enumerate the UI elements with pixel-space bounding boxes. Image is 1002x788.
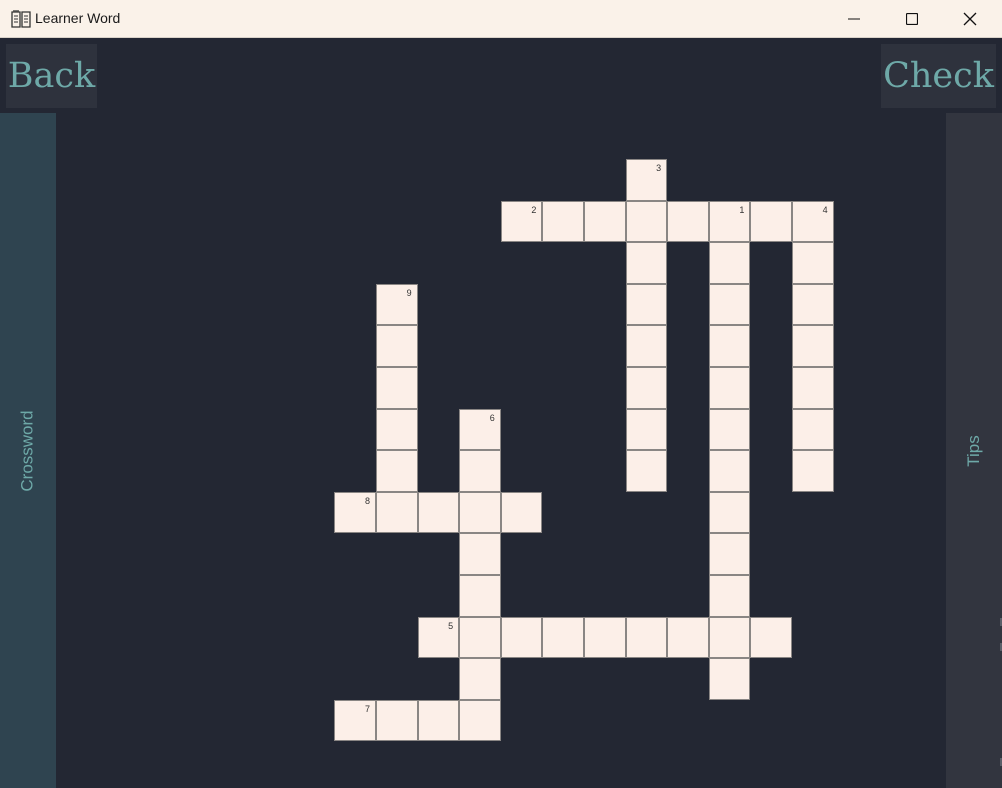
crossword-cell[interactable] [625,408,668,451]
crossword-cell[interactable] [667,200,709,243]
crossword-cell[interactable]: 9 [376,283,418,326]
crossword-cell[interactable] [542,200,584,243]
crossword-tab-label: Crossword [18,409,37,492]
clue-number: 7 [364,703,370,714]
crossword-cell[interactable] [708,450,751,492]
crossword-cell[interactable]: 7 [334,699,376,742]
title-bar: Learner Word [0,0,1002,38]
clue-number: 8 [364,495,370,506]
crossword-cell[interactable] [708,242,751,284]
clue-number: 2 [531,204,537,215]
crossword-cell[interactable] [500,491,543,534]
crossword-cell[interactable] [792,367,834,409]
crossword-cell[interactable] [459,575,501,617]
crossword-cell[interactable] [792,242,834,284]
crossword-cell[interactable] [708,325,751,367]
crossword-cell[interactable] [625,616,668,659]
crossword-cell[interactable] [459,491,501,534]
crossword-cell[interactable] [708,575,751,617]
crossword-cell[interactable] [459,450,501,492]
crossword-cell[interactable] [417,491,460,534]
close-icon [963,12,977,26]
tips-tab-label: Tips [964,434,983,467]
crossword-cell[interactable] [708,367,751,409]
maximize-button[interactable] [884,0,940,38]
back-button[interactable]: Back [6,44,97,108]
crossword-cell[interactable] [625,242,668,284]
crossword-cell[interactable] [376,450,418,492]
close-button[interactable] [942,0,998,38]
crossword-cell[interactable] [625,200,668,243]
crossword-cell[interactable]: 3 [625,159,668,201]
crossword-cell[interactable] [376,491,418,534]
clue-number: 3 [656,163,662,173]
crossword-cell[interactable] [542,616,584,659]
crossword-cell[interactable] [500,616,543,659]
minimize-icon [848,18,860,20]
crossword-cell[interactable]: 8 [334,491,376,534]
crossword-cell[interactable] [584,200,626,243]
crossword-cell[interactable] [792,283,834,326]
crossword-cell[interactable] [792,325,834,367]
maximize-icon [906,13,918,25]
clue-number: 9 [406,287,412,298]
check-button[interactable]: Check [881,44,996,108]
crossword-cell[interactable] [625,283,668,326]
crossword-cell[interactable] [459,699,501,742]
clue-number: 1 [739,204,745,215]
crossword-cell[interactable] [459,533,501,575]
clue-number: 4 [822,204,828,215]
crossword-cell[interactable]: 4 [792,200,834,243]
crossword-cell[interactable] [625,450,668,492]
crossword-cell[interactable] [584,616,626,659]
crossword-cell[interactable] [792,450,834,492]
crossword-cell[interactable] [708,616,751,659]
clue-number: 5 [448,620,454,631]
minimize-button[interactable] [826,0,882,38]
book-icon [11,10,31,28]
crossword-cell[interactable] [376,408,418,451]
crossword-cell[interactable] [708,658,751,700]
crossword-cell[interactable] [708,408,751,451]
crossword-cell[interactable] [708,533,751,575]
crossword-cell[interactable] [708,491,751,534]
clue-number: 6 [489,412,495,423]
crossword-cell[interactable]: 2 [500,200,543,243]
crossword-cell[interactable] [376,325,418,367]
crossword-cell[interactable] [417,699,460,742]
crossword-cell[interactable]: 6 [459,408,501,451]
crossword-cell[interactable] [792,408,834,451]
crossword-cell[interactable] [750,616,792,659]
crossword-tab[interactable]: Crossword [0,113,56,788]
crossword-cell[interactable] [625,325,668,367]
crossword-cell[interactable] [667,616,709,659]
crossword-cell[interactable]: 1 [708,200,751,243]
crossword-cell[interactable] [750,200,792,243]
crossword-cell[interactable] [708,283,751,326]
window-title: Learner Word [35,10,121,26]
crossword-cell[interactable] [459,658,501,700]
crossword-cell[interactable]: 5 [417,616,460,659]
crossword-cell[interactable] [376,699,418,742]
crossword-cell[interactable] [376,367,418,409]
crossword-cell[interactable] [459,616,501,659]
crossword-cell[interactable] [625,367,668,409]
tips-tab[interactable]: Tips [946,113,1002,788]
